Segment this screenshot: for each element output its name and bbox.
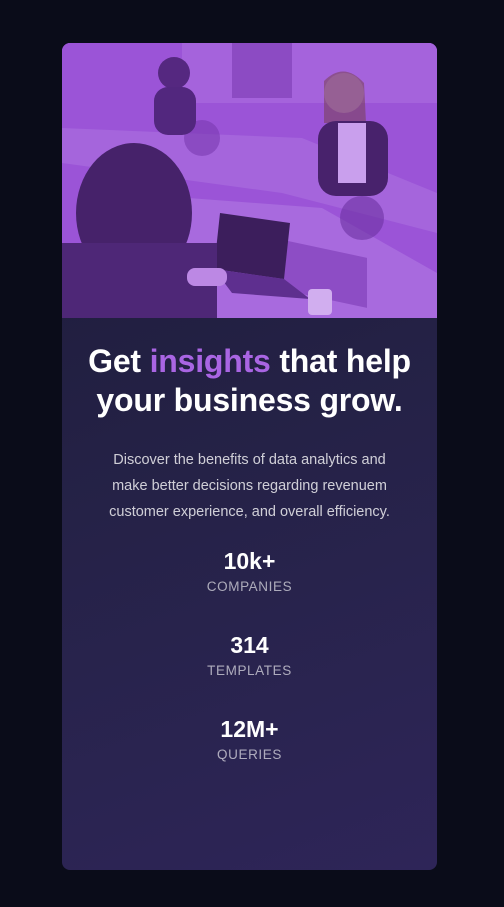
stat-label: TEMPLATES <box>207 663 292 678</box>
stat-label: QUERIES <box>217 747 282 762</box>
hero-image <box>62 43 437 318</box>
stats-list: 10k+ COMPANIES 314 TEMPLATES 12M+ QUERIE… <box>62 547 437 763</box>
headline-text-start: Get <box>88 343 150 379</box>
stat-value: 10k+ <box>223 548 276 574</box>
office-team-illustration <box>62 43 437 318</box>
card-content: Get insights that help your business gro… <box>62 318 437 763</box>
stats-preview-card: Get insights that help your business gro… <box>62 43 437 870</box>
stat-label: COMPANIES <box>206 579 293 594</box>
stat-queries: 12M+ QUERIES <box>62 715 437 763</box>
stat-templates: 314 TEMPLATES <box>62 631 437 679</box>
stat-value: 12M+ <box>220 716 279 742</box>
description-text: Discover the benefits of data analytics … <box>109 452 390 520</box>
headline: Get insights that help your business gro… <box>85 342 415 420</box>
headline-accent: insights <box>149 343 271 379</box>
stat-companies: 10k+ COMPANIES <box>62 547 437 595</box>
stat-value: 314 <box>230 632 269 658</box>
